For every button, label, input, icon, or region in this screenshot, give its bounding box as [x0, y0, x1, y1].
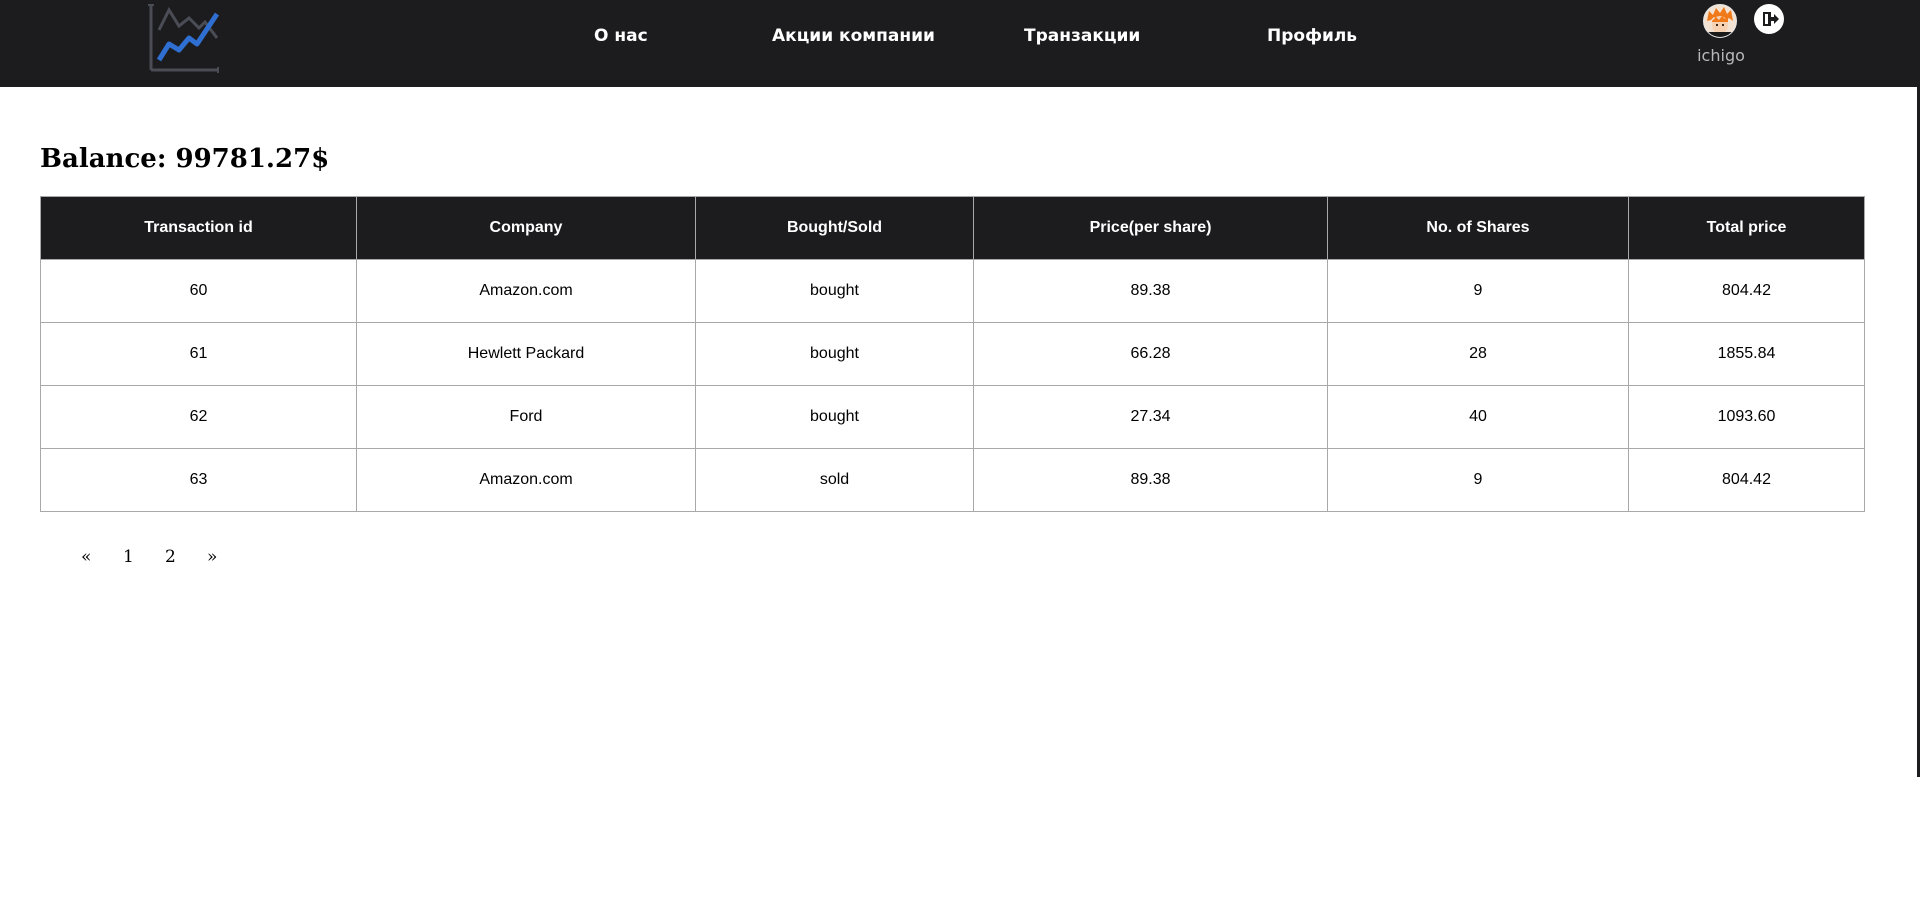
table-row: 61 Hewlett Packard bought 66.28 28 1855.…: [40, 322, 1865, 386]
cell-bought-sold: sold: [695, 448, 974, 512]
nav-link-profile[interactable]: Профиль: [1267, 26, 1357, 46]
logout-icon[interactable]: [1754, 4, 1784, 34]
cell-total-price: 1855.84: [1628, 322, 1865, 386]
cell-company: Ford: [356, 385, 696, 449]
column-header-total-price: Total price: [1628, 196, 1865, 260]
table-header-row: Transaction id Company Bought/Sold Price…: [40, 196, 1865, 260]
cell-transaction-id: 62: [40, 385, 357, 449]
cell-number-of-shares: 40: [1327, 385, 1629, 449]
table-row: 60 Amazon.com bought 89.38 9 804.42: [40, 259, 1865, 323]
cell-number-of-shares: 9: [1327, 448, 1629, 512]
nav-link-company-stocks[interactable]: Акции компании: [772, 26, 935, 46]
cell-bought-sold: bought: [695, 385, 974, 449]
cell-price-per-share: 27.34: [973, 385, 1328, 449]
nav-link-transactions[interactable]: Транзакции: [1024, 26, 1140, 46]
cell-company: Amazon.com: [356, 259, 696, 323]
cell-price-per-share: 66.28: [973, 322, 1328, 386]
cell-company: Hewlett Packard: [356, 322, 696, 386]
cell-total-price: 1093.60: [1628, 385, 1865, 449]
stock-chart-logo-icon[interactable]: [147, 2, 223, 74]
cell-total-price: 804.42: [1628, 448, 1865, 512]
cell-transaction-id: 63: [40, 448, 357, 512]
cell-price-per-share: 89.38: [973, 448, 1328, 512]
pagination-next[interactable]: »: [207, 547, 217, 567]
cell-company: Amazon.com: [356, 448, 696, 512]
cell-total-price: 804.42: [1628, 259, 1865, 323]
column-header-price-per-share: Price(per share): [973, 196, 1328, 260]
cell-bought-sold: bought: [695, 259, 974, 323]
cell-bought-sold: bought: [695, 322, 974, 386]
cell-price-per-share: 89.38: [973, 259, 1328, 323]
top-navbar: О нас Акции компании Транзакции Профиль …: [0, 0, 1920, 87]
table-row: 63 Amazon.com sold 89.38 9 804.42: [40, 448, 1865, 512]
pagination-page-2[interactable]: 2: [165, 547, 176, 567]
username-label: ichigo: [1697, 46, 1745, 65]
transactions-table: Transaction id Company Bought/Sold Price…: [40, 196, 1865, 512]
column-header-transaction-id: Transaction id: [40, 196, 357, 260]
cell-number-of-shares: 28: [1327, 322, 1629, 386]
cell-transaction-id: 61: [40, 322, 357, 386]
pagination-page-1[interactable]: 1: [123, 547, 134, 567]
pagination-prev[interactable]: «: [81, 547, 91, 567]
user-avatar-icon[interactable]: [1703, 4, 1737, 38]
nav-link-about[interactable]: О нас: [594, 26, 648, 46]
cell-number-of-shares: 9: [1327, 259, 1629, 323]
balance-heading: Balance: 99781.27$: [40, 144, 330, 174]
table-row: 62 Ford bought 27.34 40 1093.60: [40, 385, 1865, 449]
column-header-number-of-shares: No. of Shares: [1327, 196, 1629, 260]
cell-transaction-id: 60: [40, 259, 357, 323]
column-header-bought-sold: Bought/Sold: [695, 196, 974, 260]
column-header-company: Company: [356, 196, 696, 260]
